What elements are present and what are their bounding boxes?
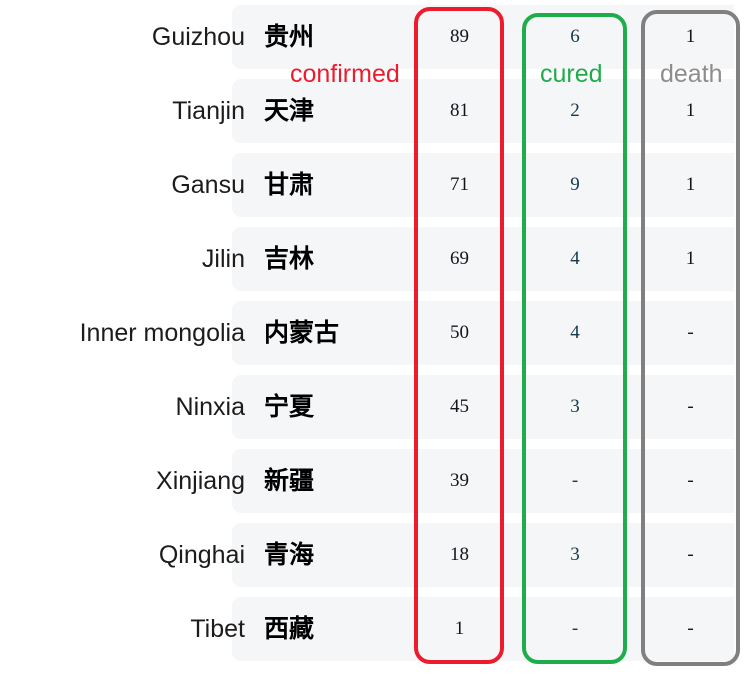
row-cell-cured: 4 <box>570 322 580 343</box>
confirmed-column-label: confirmed <box>290 60 400 88</box>
table-row[interactable]: Tianjin 天津 81 2 1 <box>0 79 752 143</box>
row-cell-death: - <box>687 396 694 417</box>
table-row[interactable]: Gansu 甘肃 71 9 1 <box>0 153 752 217</box>
table-row[interactable]: Qinghai 青海 18 3 - <box>0 523 752 587</box>
row-cell-cured: 4 <box>570 248 580 269</box>
cured-column-label: cured <box>540 60 603 88</box>
row-cell-province-en: Tibet <box>190 615 245 643</box>
row-cell-province-zh: 吉林 <box>264 244 315 273</box>
row-cell-confirmed: 89 <box>450 26 469 47</box>
row-cell-cured: - <box>571 470 579 491</box>
row-cell-province-zh: 西藏 <box>264 614 315 643</box>
row-cell-cured: 9 <box>570 174 580 195</box>
row-cell-province-en: Ninxia <box>175 393 245 421</box>
row-cell-province-en: Inner mongolia <box>79 319 245 347</box>
row-cell-province-en: Guizhou <box>151 23 245 51</box>
row-cell-cured: 3 <box>570 396 580 417</box>
row-cell-province-en: Gansu <box>171 171 245 199</box>
death-column-label: death <box>660 60 723 88</box>
table-row[interactable]: Inner mongolia 内蒙古 50 4 - <box>0 301 752 365</box>
row-cell-confirmed: 71 <box>450 174 469 195</box>
row-cell-death: 1 <box>685 174 696 195</box>
row-cell-death: 1 <box>685 100 696 121</box>
row-cell-confirmed: 45 <box>450 396 469 417</box>
row-cell-confirmed: 39 <box>450 470 469 491</box>
row-cell-province-zh: 新疆 <box>264 466 315 495</box>
row-cell-province-zh: 内蒙古 <box>264 318 340 347</box>
row-cell-death: - <box>687 470 694 491</box>
row-cell-confirmed: 69 <box>450 248 469 269</box>
row-cell-province-en: Jilin <box>201 245 245 273</box>
table-row[interactable]: Xinjiang 新疆 39 - - <box>0 449 752 513</box>
row-cell-province-en: Qinghai <box>158 541 245 569</box>
row-cell-province-zh: 宁夏 <box>264 392 315 421</box>
table-row[interactable]: Tibet 西藏 1 - - <box>0 597 752 661</box>
table-row[interactable]: Ninxia 宁夏 45 3 - <box>0 375 752 439</box>
table-row[interactable]: Jilin 吉林 69 4 1 <box>0 227 752 291</box>
row-cell-cured: - <box>571 618 579 639</box>
row-cell-province-zh: 天津 <box>264 96 315 125</box>
screenshot-root: Guizhou 贵州 89 6 1 Tianjin 天津 81 2 1 Gansu 甘肃 71 9 1 Jil… <box>0 0 752 687</box>
row-cell-confirmed: 81 <box>450 100 469 121</box>
row-cell-province-en: Xinjiang <box>156 467 245 495</box>
row-cell-province-en: Tianjin <box>172 97 245 125</box>
row-cell-confirmed: 18 <box>450 544 469 565</box>
row-cell-death: - <box>687 322 694 343</box>
row-cell-death: - <box>687 618 694 639</box>
row-cell-province-zh: 青海 <box>264 540 315 569</box>
row-cell-province-zh: 甘肃 <box>264 170 315 199</box>
row-cell-cured: 3 <box>570 544 580 565</box>
province-statistics-table: Guizhou 贵州 89 6 1 Tianjin 天津 81 2 1 Gansu 甘肃 71 9 1 Jil… <box>0 0 752 687</box>
row-cell-confirmed: 50 <box>450 322 469 343</box>
row-cell-confirmed: 1 <box>454 618 465 639</box>
row-cell-death: - <box>687 544 694 565</box>
row-cell-death: 1 <box>685 248 696 269</box>
row-cell-cured: 2 <box>570 100 580 121</box>
